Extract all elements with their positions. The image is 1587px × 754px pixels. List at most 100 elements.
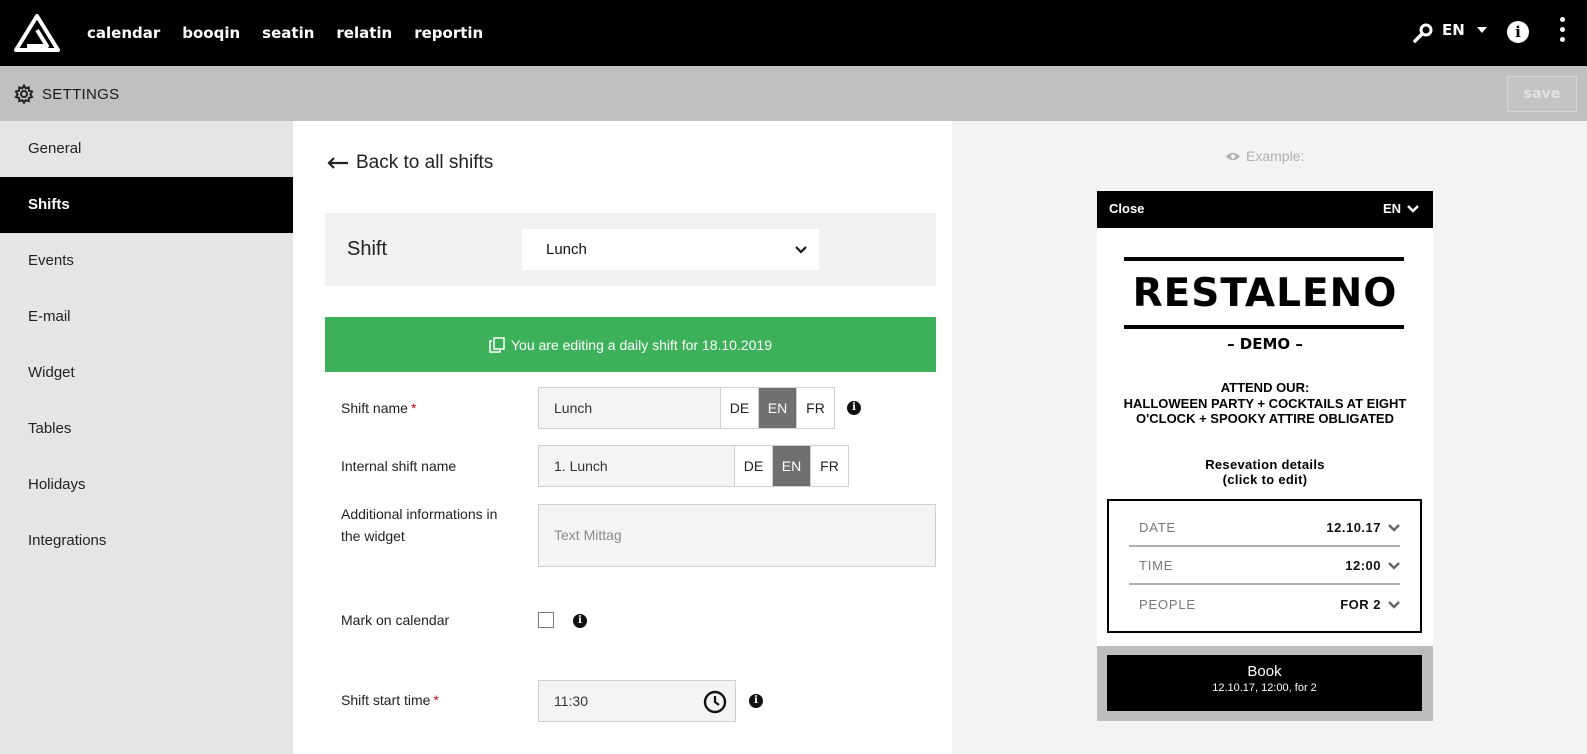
brand-rule-bottom [1124,325,1404,329]
reservation-key: PEOPLE [1139,596,1196,612]
search-icon[interactable] [1412,22,1434,44]
info-icon[interactable]: i [847,401,861,415]
sidebar-item-tables[interactable]: Tables [0,401,293,457]
additional-info-label: Additional informations in the widget [341,503,497,547]
shift-name-label: Shift name * [341,397,416,419]
widget-language-selector[interactable]: EN [1383,201,1419,216]
lang-fr-button[interactable]: FR [796,388,834,428]
info-icon[interactable]: i [749,694,763,708]
event-announcement: ATTEND OUR: HALLOWEEN PARTY + COCKTAILS … [1117,380,1413,427]
shift-select-value: Lunch [546,241,587,258]
shift-start-time-label: Shift start time * [341,689,439,711]
settings-sidebar: General Shifts Events E-mail Widget Tabl… [0,121,293,754]
required-marker: * [410,400,417,416]
daily-shift-banner: You are editing a daily shift for 18.10.… [325,317,936,372]
nav-link-relatin[interactable]: relatin [336,24,392,42]
book-button-area: Book 12.10.17, 12:00, for 2 [1097,646,1433,721]
additional-info-label-line2: the widget [341,528,405,544]
lang-en-button[interactable]: EN [772,446,810,486]
reservation-row-date[interactable]: DATE 12.10.17 [1129,509,1400,547]
sidebar-item-holidays[interactable]: Holidays [0,457,293,513]
more-menu-icon[interactable] [1560,17,1566,47]
nav-link-booqin[interactable]: booqin [182,24,240,42]
sidebar-item-integrations[interactable]: Integrations [0,513,293,569]
chevron-down-icon [1388,561,1400,570]
booking-widget-preview: Close EN RESTALENO – DEMO – ATTEND OUR: … [1097,191,1433,721]
reservation-value-text: 12:00 [1345,557,1381,573]
book-button-label: Book [1247,663,1282,680]
nav-link-reportin[interactable]: reportin [414,24,483,42]
brand-rule-top [1124,257,1404,261]
eye-icon [1226,152,1240,160]
banner-text: You are editing a daily shift for 18.10.… [510,336,772,353]
sidebar-item-shifts[interactable]: Shifts [0,177,293,233]
reservation-value-text: 12.10.17 [1326,519,1381,535]
reservation-key: DATE [1139,519,1176,535]
reservation-value: FOR 2 [1340,597,1400,612]
announcement-line: ATTEND OUR: [1220,380,1310,395]
arrow-left-icon [327,157,348,169]
shift-start-time-input[interactable]: 11:30 [538,680,736,722]
reservation-details-box: DATE 12.10.17 TIME 12:00 PEOPLE FOR 2 [1107,499,1422,633]
chevron-down-icon [795,246,807,254]
lang-fr-button[interactable]: FR [810,446,848,486]
shift-start-time-value: 11:30 [554,693,588,709]
reservation-row-time[interactable]: TIME 12:00 [1129,547,1400,585]
mark-on-calendar-checkbox[interactable] [538,612,554,628]
back-to-shifts-link[interactable]: Back to all shifts [327,152,493,174]
shift-start-time-label-text: Shift start time [341,692,431,708]
lang-en-button[interactable]: EN [758,388,796,428]
internal-shift-name-input[interactable]: 1. Lunch [538,445,735,487]
language-selector[interactable]: EN [1442,21,1487,39]
additional-info-textarea[interactable]: Text Mittag [538,504,936,567]
sidebar-item-events[interactable]: Events [0,233,293,289]
example-label-text: Example: [1246,148,1305,164]
required-marker: * [433,692,439,708]
widget-header: Close EN [1097,191,1433,228]
caret-down-icon [1476,27,1487,33]
shift-selector-panel: Shift Lunch [325,213,936,286]
widget-close-button[interactable]: Close [1109,201,1144,216]
sidebar-item-general[interactable]: General [0,121,293,177]
reservation-details-title: Resevation details [1205,457,1325,472]
copy-icon [489,336,505,353]
language-selector-value: EN [1442,21,1465,39]
lang-de-button[interactable]: DE [720,388,758,428]
nav-link-calendar[interactable]: calendar [87,24,160,42]
info-icon[interactable]: i [573,614,587,628]
chevron-down-icon [1388,523,1400,532]
announcement-line: HALLOWEEN PARTY + COCKTAILS AT EIGHT [1123,395,1407,411]
book-button-detail: 12.10.17, 12:00, for 2 [1212,682,1317,694]
widget-preview-panel: Example: Close EN RESTALENO – DEMO – ATT… [952,121,1587,754]
example-label: Example: [1225,148,1304,164]
shift-name-language-toggle: DE EN FR [720,387,835,429]
mark-on-calendar-label: Mark on calendar [341,612,450,628]
reservation-details-hint: (click to edit) [1222,472,1308,487]
info-icon[interactable]: i [1507,21,1529,43]
widget-language-value: EN [1382,201,1401,216]
chevron-down-icon [1388,600,1400,609]
restaurant-subtitle: – DEMO – [1227,335,1303,353]
shift-select-dropdown[interactable]: Lunch [522,229,819,270]
additional-info-label-line1: Additional informations in [341,506,498,522]
save-button[interactable]: save [1507,76,1577,112]
internal-name-language-toggle: DE EN FR [734,445,849,487]
settings-header-bar: SETTINGS save [0,66,1587,121]
announcement-line: O'CLOCK + SPOOKY ATTIRE OBLIGATED [1136,411,1394,426]
nav-link-seatin[interactable]: seatin [262,24,314,42]
lang-de-button[interactable]: DE [734,446,772,486]
reservation-row-people[interactable]: PEOPLE FOR 2 [1129,585,1400,623]
top-navigation-bar: calendar booqin seatin relatin reportin … [0,0,1587,66]
shift-label: Shift [347,238,388,260]
sidebar-item-widget[interactable]: Widget [0,345,293,401]
sidebar-item-email[interactable]: E-mail [0,289,293,345]
reservation-value-text: FOR 2 [1340,596,1381,612]
book-button[interactable]: Book 12.10.17, 12:00, for 2 [1107,655,1422,711]
shift-edit-form: Back to all shifts Shift Lunch You are e… [293,121,952,754]
reservation-details-heading: Resevation details (click to edit) [1117,457,1413,487]
app-logo-icon[interactable] [14,14,60,52]
shift-name-input[interactable]: Lunch [538,387,721,429]
gear-icon [14,84,34,104]
clock-icon[interactable] [703,690,727,714]
chevron-down-icon [1407,205,1419,213]
